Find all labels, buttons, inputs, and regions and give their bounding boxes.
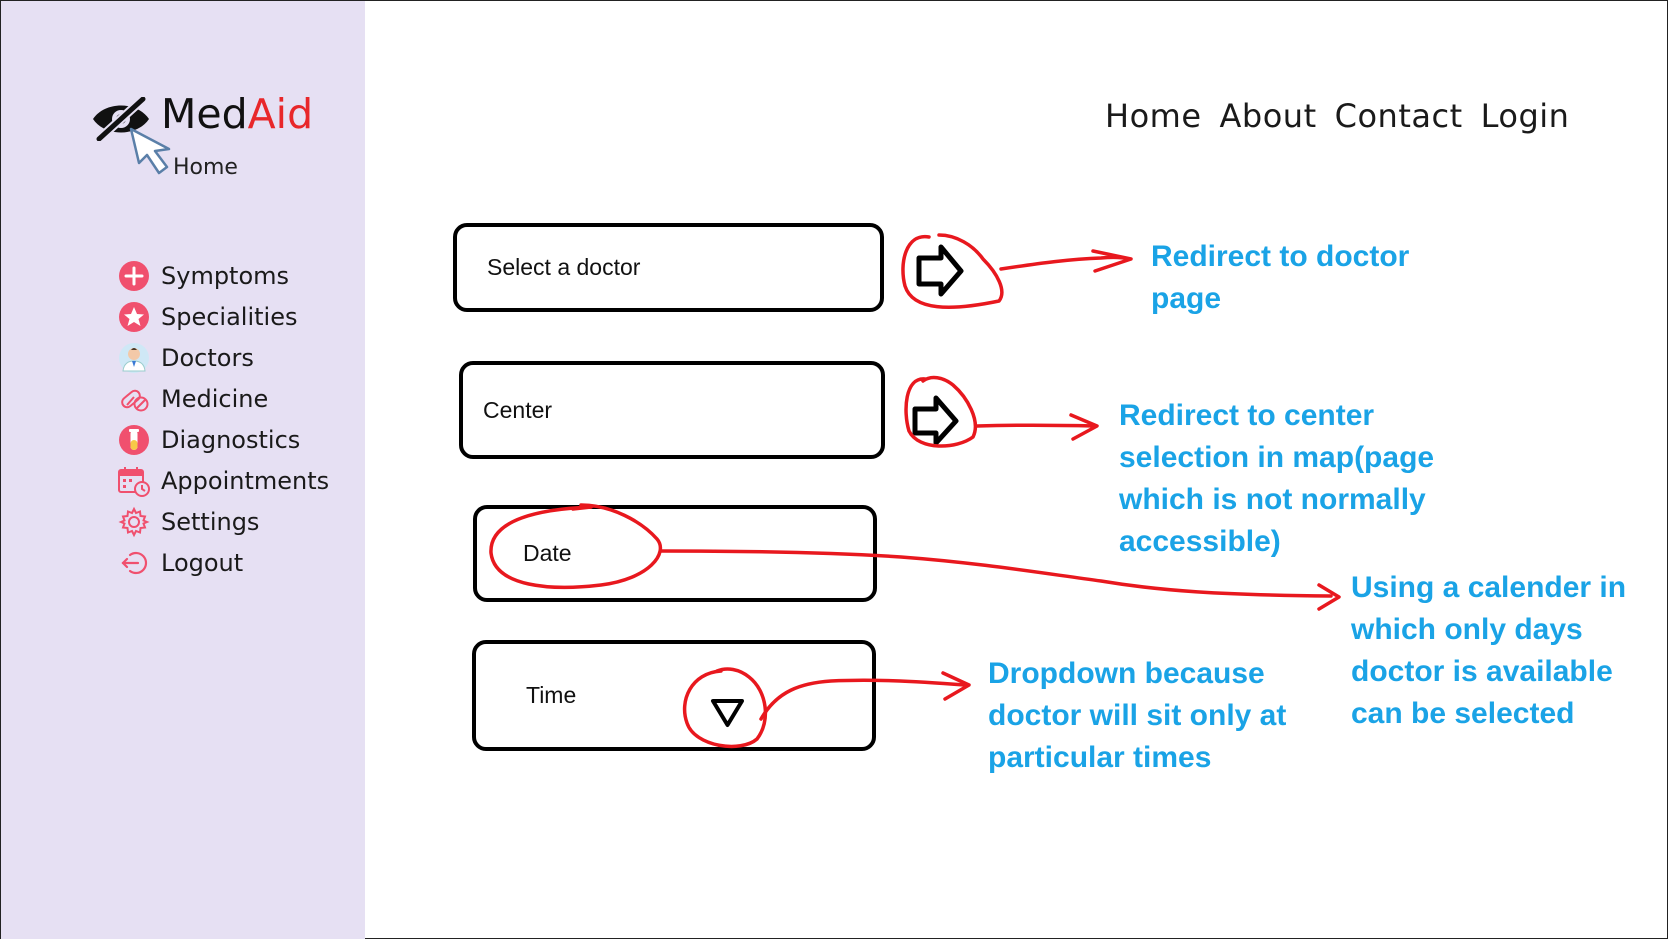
center-annotation-mark: [904, 375, 1099, 448]
logout-icon: [117, 546, 151, 580]
sidebar-item-settings[interactable]: Settings: [117, 501, 329, 542]
sidebar-item-diagnostics[interactable]: Diagnostics: [117, 419, 329, 460]
center-placeholder: Center: [483, 396, 553, 423]
sidebar-item-label: Logout: [161, 548, 244, 577]
star-badge-icon: [117, 300, 151, 334]
calendar-clock-icon: [117, 464, 151, 498]
sidebar: MedAid Home Symptoms Specialities Doctor…: [1, 1, 365, 939]
annotation-time: Dropdown because doctor will sit only at…: [988, 657, 1287, 774]
sidebar-item-appointments[interactable]: Appointments: [117, 460, 329, 501]
nav-login[interactable]: Login: [1481, 97, 1570, 135]
doctor-go-arrow-icon[interactable]: [916, 244, 964, 297]
sidebar-item-label: Diagnostics: [161, 425, 301, 454]
sidebar-item-label: Medicine: [161, 384, 269, 413]
sidebar-item-logout[interactable]: Logout: [117, 542, 329, 583]
center-go-arrow-icon[interactable]: [912, 395, 959, 446]
time-placeholder: Time: [526, 682, 577, 708]
sidebar-item-symptoms[interactable]: Symptoms: [117, 255, 329, 296]
annotation-date: Using a calender in which only days doct…: [1351, 571, 1627, 730]
doctor-avatar-icon: [117, 341, 151, 375]
plus-circle-icon: [117, 259, 151, 293]
top-nav: Home About Contact Login: [1105, 97, 1569, 135]
nav-home[interactable]: Home: [1105, 97, 1202, 135]
time-field[interactable]: Time: [472, 640, 876, 751]
sidebar-item-medicine[interactable]: Medicine: [117, 378, 329, 419]
sidebar-item-specialities[interactable]: Specialities: [117, 296, 329, 337]
nav-about[interactable]: About: [1220, 97, 1317, 135]
annotation-doctor: Redirect to doctor page: [1151, 240, 1410, 315]
doctor-select-placeholder: Select a doctor: [487, 254, 641, 280]
doctor-annotation-mark: [901, 233, 1133, 309]
doctor-select-field[interactable]: Select a doctor: [453, 223, 884, 312]
brand-aid: Aid: [247, 90, 314, 138]
gear-icon: [117, 505, 151, 539]
date-field[interactable]: Date: [473, 505, 877, 602]
nav-contact[interactable]: Contact: [1335, 97, 1463, 135]
sidebar-item-label: Symptoms: [161, 261, 290, 290]
pill-icon: [117, 382, 151, 416]
sidebar-item-doctors[interactable]: Doctors: [117, 337, 329, 378]
test-tube-icon: [117, 423, 151, 457]
sidebar-item-label: Appointments: [161, 466, 330, 495]
app-window: MedAid Home Symptoms Specialities Doctor…: [0, 0, 1668, 939]
sidebar-item-label: Settings: [161, 507, 260, 536]
center-field[interactable]: Center: [459, 361, 885, 459]
logo-home-label[interactable]: Home: [173, 155, 238, 180]
annotation-center: Redirect to center selection in map(page…: [1119, 399, 1435, 558]
brand-name: MedAid: [161, 87, 313, 141]
sidebar-menu: Symptoms Specialities Doctors Medicine D…: [117, 255, 329, 583]
sidebar-item-label: Specialities: [161, 302, 298, 331]
date-placeholder: Date: [523, 540, 572, 566]
sidebar-item-label: Doctors: [161, 343, 254, 372]
